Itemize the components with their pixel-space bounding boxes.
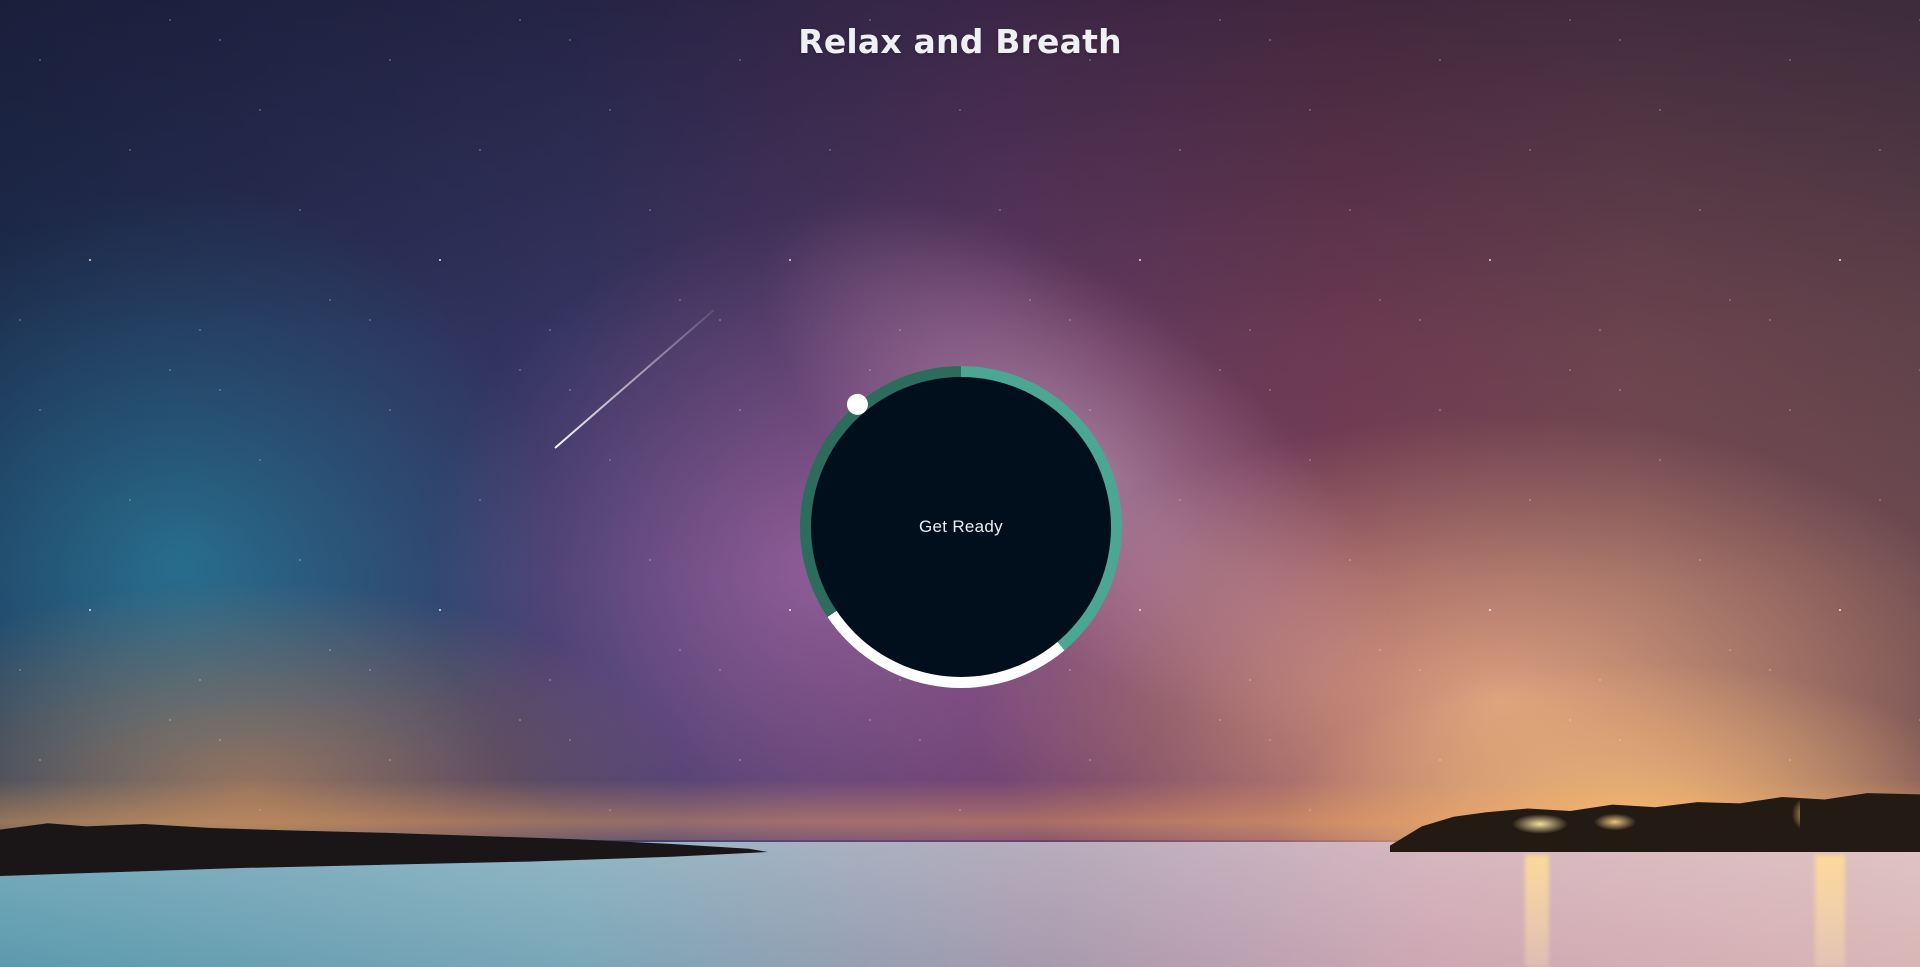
page-title: Relax and Breath [798, 22, 1122, 61]
background-town-lights [1500, 800, 1800, 836]
pointer-dot-icon [842, 389, 873, 420]
breath-pointer-track [734, 300, 1188, 754]
background-light-reflection [1525, 855, 1549, 967]
background-light-reflection [1815, 855, 1845, 967]
app-root: Relax and Breath Get Ready [0, 0, 1920, 967]
breath-widget: Get Ready [800, 366, 1122, 688]
